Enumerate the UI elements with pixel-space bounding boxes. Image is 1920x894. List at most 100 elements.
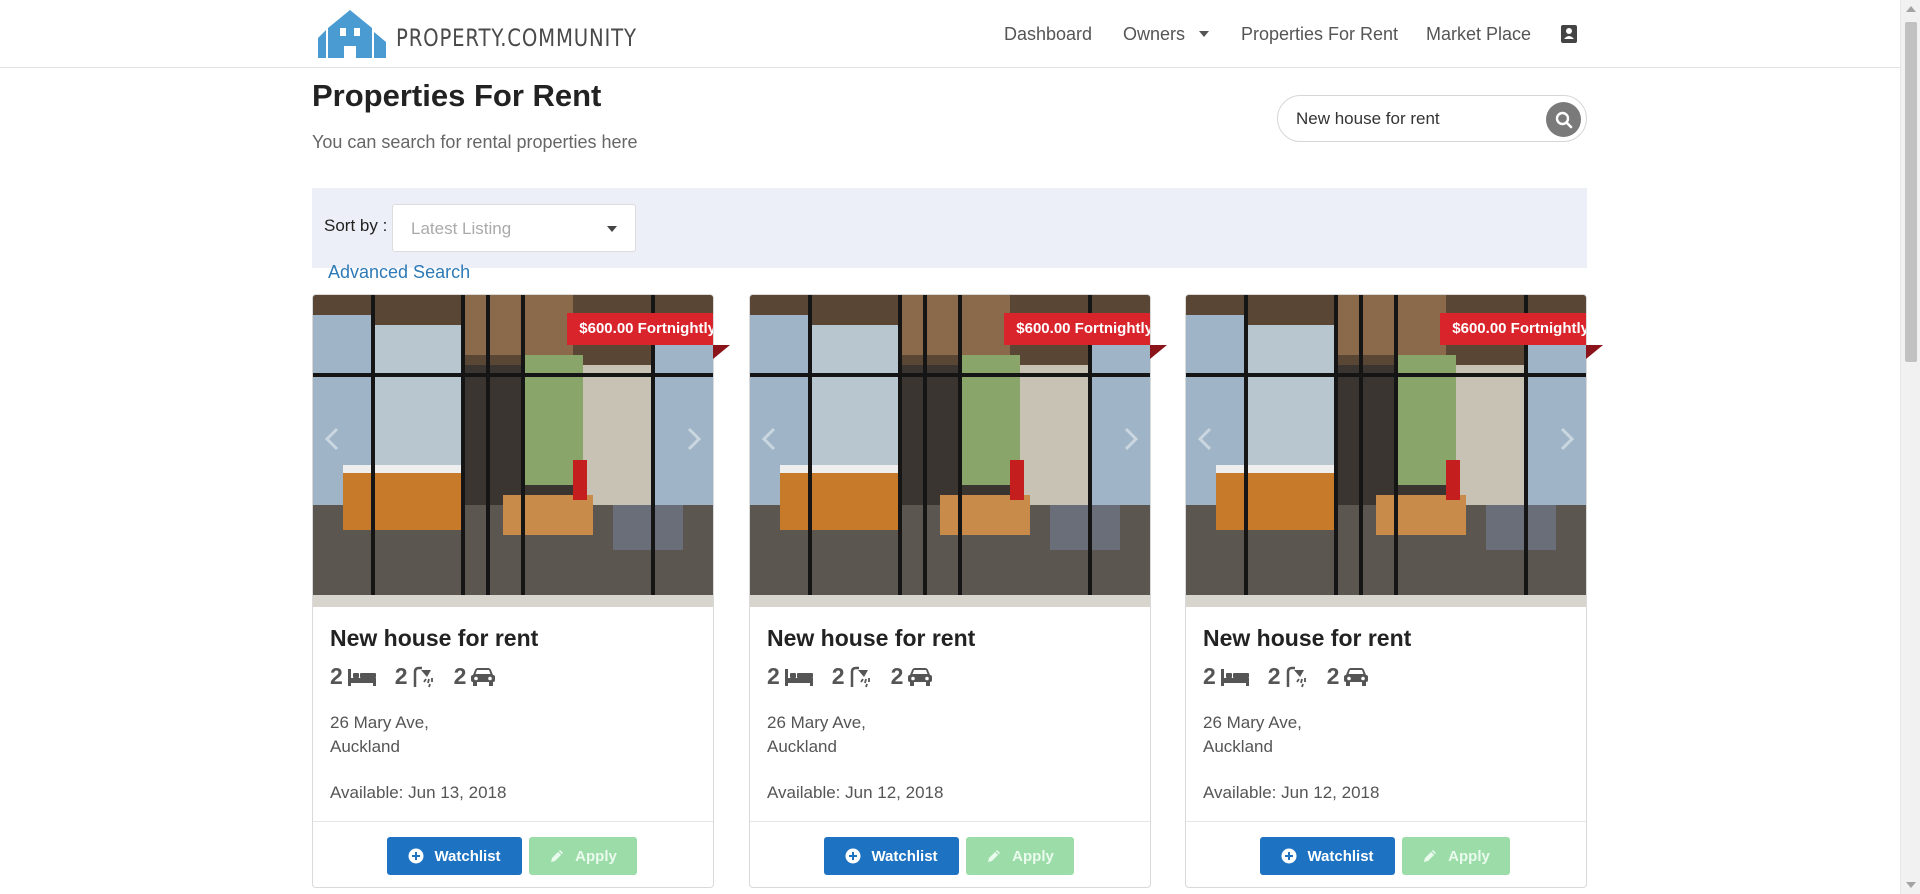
bed-icon [1220, 668, 1249, 686]
nav-dashboard[interactable]: Dashboard [1004, 24, 1092, 45]
available-date: Available: Jun 12, 2018 [767, 783, 944, 802]
plus-circle-icon [1281, 848, 1297, 864]
sort-select[interactable]: Latest Listing [392, 204, 636, 252]
watchlist-label: Watchlist [434, 847, 501, 865]
apply-button[interactable]: Apply [966, 837, 1074, 875]
scroll-up-arrow-icon[interactable] [1906, 6, 1916, 12]
scroll-thumb[interactable] [1905, 22, 1917, 362]
watchlist-button[interactable]: Watchlist [1260, 837, 1395, 875]
sort-label: Sort by : [324, 216, 388, 235]
car-icon [1344, 667, 1369, 686]
parking-feature: 2 [1327, 663, 1370, 690]
watchlist-label: Watchlist [871, 847, 938, 865]
listing-features: 2 2 2 [1203, 663, 1387, 690]
search-box [1277, 95, 1587, 142]
page-title: Properties For Rent [312, 78, 602, 113]
site-logo[interactable]: PROPERTY.COMMUNITY [316, 6, 690, 58]
parking-count: 2 [453, 663, 467, 689]
house-logo-icon [318, 10, 386, 58]
sort-selected-value: Latest Listing [411, 219, 512, 238]
listing-title[interactable]: New house for rent [1203, 625, 1411, 652]
plus-circle-icon [408, 848, 424, 864]
bedroom-count: 2 [767, 663, 780, 689]
address-line1: 26 Mary Ave, [330, 713, 429, 732]
listing-features: 2 2 2 [330, 663, 514, 690]
listing-address: 26 Mary Ave, Auckland [1203, 711, 1302, 759]
top-navbar: PROPERTY.COMMUNITY Dashboard Owners Prop… [0, 0, 1900, 68]
bathroom-count: 2 [394, 663, 408, 689]
pencil-icon [1422, 848, 1438, 864]
listing-address: 26 Mary Ave, Auckland [330, 711, 429, 759]
search-button[interactable] [1546, 102, 1581, 137]
listing-features: 2 2 2 [767, 663, 951, 690]
listing-title[interactable]: New house for rent [767, 625, 975, 652]
ribbon-fold [1586, 345, 1603, 359]
account-icon[interactable] [1560, 24, 1578, 44]
apply-label: Apply [1448, 847, 1490, 865]
bathroom-feature: 2 [832, 663, 873, 690]
property-card[interactable]: $600.00 Fortnightly New house for rent 2… [312, 294, 730, 888]
property-card[interactable]: $600.00 Fortnightly New house for rent 2… [749, 294, 1167, 888]
plus-circle-icon [845, 848, 861, 864]
apply-button[interactable]: Apply [529, 837, 637, 875]
shower-icon [1286, 666, 1306, 687]
nav-owners[interactable]: Owners [1123, 23, 1210, 45]
bathroom-count: 2 [1267, 663, 1281, 689]
advanced-search-link[interactable]: Advanced Search [328, 262, 470, 283]
address-line2: Auckland [330, 737, 400, 756]
price-ribbon: $600.00 Fortnightly [1440, 313, 1586, 345]
address-line2: Auckland [767, 737, 837, 756]
ribbon-fold [713, 345, 730, 359]
property-card[interactable]: $600.00 Fortnightly New house for rent 2… [1185, 294, 1603, 888]
address-line1: 26 Mary Ave, [767, 713, 866, 732]
shower-icon [413, 666, 433, 687]
logo-text: PROPERTY.COMMUNITY [396, 24, 637, 52]
apply-label: Apply [1012, 847, 1054, 865]
nav-properties-for-rent[interactable]: Properties For Rent [1241, 24, 1398, 45]
price-ribbon: $600.00 Fortnightly [1004, 313, 1150, 345]
address-line2: Auckland [1203, 737, 1273, 756]
car-icon [908, 667, 933, 686]
search-input[interactable] [1296, 106, 1536, 132]
bedroom-count: 2 [330, 663, 343, 689]
parking-feature: 2 [454, 663, 497, 690]
chevron-down-icon [607, 226, 617, 232]
bedroom-feature: 2 [767, 663, 814, 690]
page-scrollbar[interactable] [1900, 0, 1920, 894]
property-image[interactable]: $600.00 Fortnightly [750, 295, 1150, 607]
watchlist-button[interactable]: Watchlist [824, 837, 959, 875]
scroll-down-arrow-icon[interactable] [1906, 882, 1916, 888]
parking-count: 2 [890, 663, 904, 689]
bedroom-count: 2 [1203, 663, 1216, 689]
bathroom-feature: 2 [1268, 663, 1309, 690]
watchlist-button[interactable]: Watchlist [387, 837, 522, 875]
chevron-down-icon [1199, 31, 1210, 37]
price-ribbon: $600.00 Fortnightly [567, 313, 713, 345]
bathroom-feature: 2 [395, 663, 436, 690]
watchlist-label: Watchlist [1307, 847, 1374, 865]
sort-bar: Sort by : Latest Listing [312, 188, 1587, 268]
search-icon [1555, 111, 1572, 128]
page-subtitle: You can search for rental properties her… [312, 132, 638, 152]
card-divider [1186, 821, 1586, 822]
card-divider [313, 821, 713, 822]
listing-address: 26 Mary Ave, Auckland [767, 711, 866, 759]
car-icon [471, 667, 496, 686]
listing-title[interactable]: New house for rent [330, 625, 538, 652]
parking-count: 2 [1326, 663, 1340, 689]
bedroom-feature: 2 [330, 663, 377, 690]
nav-owners-label: Owners [1123, 23, 1186, 44]
pencil-icon [986, 848, 1002, 864]
property-image[interactable]: $600.00 Fortnightly [313, 295, 713, 607]
ribbon-fold [1150, 345, 1167, 359]
pencil-icon [549, 848, 565, 864]
bedroom-feature: 2 [1203, 663, 1250, 690]
property-image[interactable]: $600.00 Fortnightly [1186, 295, 1586, 607]
nav-market-place[interactable]: Market Place [1426, 24, 1531, 45]
bathroom-count: 2 [831, 663, 845, 689]
card-divider [750, 821, 1150, 822]
apply-button[interactable]: Apply [1402, 837, 1510, 875]
parking-feature: 2 [891, 663, 934, 690]
available-date: Available: Jun 13, 2018 [330, 783, 507, 802]
shower-icon [850, 666, 870, 687]
